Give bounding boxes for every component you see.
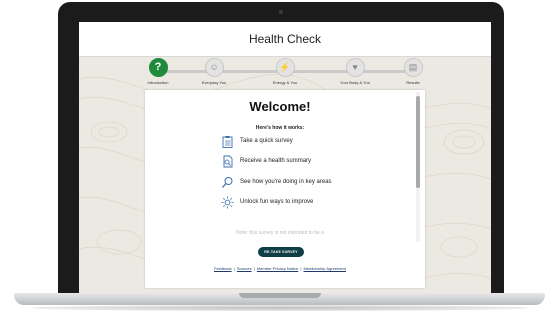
membership-agreement-link[interactable]: Membership Agreement [304, 266, 346, 271]
separator: | [300, 266, 302, 271]
step-label: Energy & You [272, 80, 298, 85]
app-title: Health Check [79, 22, 491, 57]
step-your-body-you[interactable]: ♥ Your Body & You [327, 58, 383, 85]
footer-links: Feedback | Sources | Member Privacy Noti… [145, 266, 415, 271]
privacy-notice-link[interactable]: Member Privacy Notice [257, 266, 298, 271]
step-label: Introduction [147, 80, 169, 85]
step-label: Everyday You [201, 80, 227, 85]
magnifier-icon [222, 177, 233, 188]
summary-icon [223, 155, 233, 168]
results-icon: ▤ [403, 58, 423, 77]
feedback-link[interactable]: Feedback [214, 266, 232, 271]
retake-survey-button[interactable]: RE-TAKE SURVEY [258, 247, 304, 257]
how-it-works-heading: Here's how it works: [255, 125, 305, 131]
clipboard-icon [222, 136, 233, 148]
progress-stepper: ? Introduction ☺ Everyday You ⚡ Energy &… [144, 58, 426, 88]
separator: | [253, 266, 255, 271]
list-item-text: Take a quick survey [240, 138, 293, 144]
scrollbar-thumb[interactable] [416, 96, 420, 188]
person-icon: ☺ [204, 58, 224, 77]
list-item-text: Receive a health summary [240, 158, 312, 164]
scrollbar[interactable] [416, 92, 420, 242]
step-introduction[interactable]: ? Introduction [130, 58, 186, 85]
stethoscope-icon: ♥ [345, 58, 365, 77]
camera-icon [279, 10, 283, 14]
question-icon: ? [148, 58, 168, 77]
screen: Health Check ? Introduction ☺ Everyday Y… [79, 22, 491, 294]
step-results[interactable]: ▤ Results [385, 58, 441, 85]
step-label: Your Body & You [340, 80, 370, 85]
list-item-text: See how you're doing in key areas [240, 179, 332, 185]
step-energy-you[interactable]: ⚡ Energy & You [257, 58, 313, 85]
laptop-notch [239, 293, 321, 298]
sources-link[interactable]: Sources [237, 266, 252, 271]
welcome-card: Welcome! Here's how it works: Take a qui… [145, 90, 425, 288]
laptop-shadow [30, 305, 530, 311]
step-everyday-you[interactable]: ☺ Everyday You [186, 58, 242, 85]
step-label: Results [406, 80, 420, 85]
lightning-icon: ⚡ [275, 58, 295, 77]
sun-icon [221, 196, 234, 209]
welcome-title: Welcome! [249, 99, 311, 114]
list-item-text: Unlock fun ways to improve [240, 199, 314, 205]
separator: | [233, 266, 235, 271]
disclaimer-note: Note: this survey is not intended to be … [236, 230, 324, 236]
